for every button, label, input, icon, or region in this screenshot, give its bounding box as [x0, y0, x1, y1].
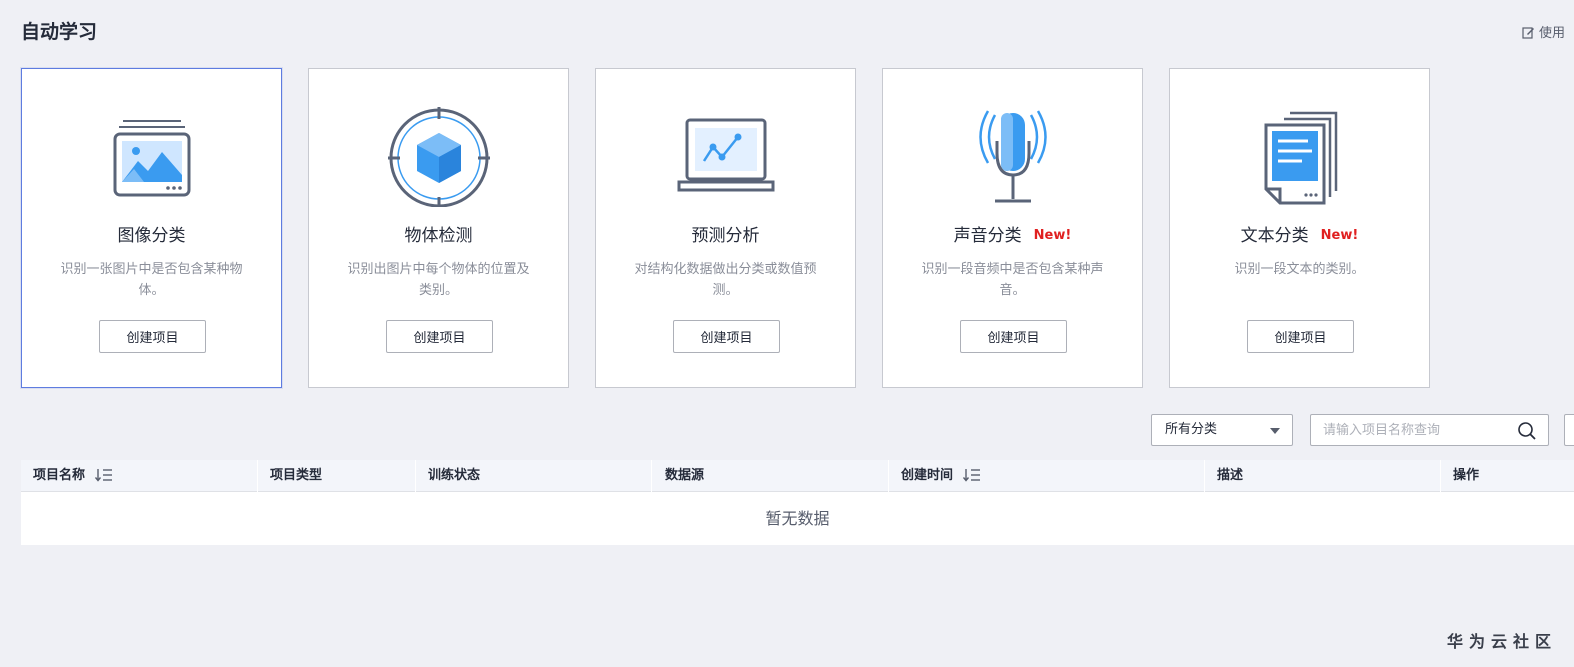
- caret-down-icon: [1270, 428, 1280, 434]
- card-description: 识别一段音频中是否包含某种声音。: [921, 262, 1104, 298]
- table-empty-state: 暂无数据: [21, 492, 1574, 545]
- card-title: 预测分析: [691, 226, 760, 246]
- card-title: 声音分类: [953, 226, 1022, 246]
- category-select-value: 所有分类: [1165, 422, 1218, 437]
- card-predictive-analysis[interactable]: 预测分析 对结构化数据做出分类或数值预测。 创建项目: [595, 68, 856, 388]
- card-image-classification[interactable]: 图像分类 识别一张图片中是否包含某种物体。 创建项目: [21, 68, 282, 388]
- card-description: 对结构化数据做出分类或数值预测。: [634, 262, 817, 298]
- edit-icon: [1522, 27, 1534, 39]
- create-project-button[interactable]: 创建项目: [1247, 320, 1354, 353]
- create-project-button[interactable]: 创建项目: [99, 320, 206, 353]
- column-header-description: 描述: [1217, 468, 1244, 483]
- card-title: 物体检测: [404, 226, 473, 246]
- sort-icon[interactable]: [95, 468, 113, 482]
- page-title: 自动学习: [21, 21, 98, 43]
- object-detection-icon: [388, 107, 490, 207]
- document-icon: [1264, 111, 1338, 205]
- create-project-button[interactable]: 创建项目: [960, 320, 1067, 353]
- microphone-icon: [979, 110, 1047, 203]
- column-header-actions: 操作: [1453, 468, 1480, 483]
- column-label: 创建时间: [901, 468, 954, 483]
- card-title: 图像分类: [117, 226, 186, 246]
- search-icon[interactable]: [1517, 421, 1537, 441]
- column-header-project-type: 项目类型: [270, 468, 323, 483]
- card-title: 文本分类: [1240, 226, 1309, 246]
- card-text-classification[interactable]: 文本分类 New! 识别一段文本的类别。 创建项目: [1169, 68, 1430, 388]
- card-description: 识别出图片中每个物体的位置及类别。: [347, 262, 530, 298]
- card-object-detection[interactable]: 物体检测 识别出图片中每个物体的位置及类别。 创建项目: [308, 68, 569, 388]
- search-box[interactable]: [1310, 414, 1549, 446]
- search-input[interactable]: [1323, 421, 1513, 439]
- watermark: 华为云社区: [1447, 632, 1558, 651]
- create-project-button[interactable]: 创建项目: [673, 320, 780, 353]
- table-header: 项目名称 项目类型 训练状态 数据源 创建时间 描述 操作: [21, 460, 1574, 492]
- column-header-project-name[interactable]: 项目名称: [33, 460, 113, 492]
- predictive-analysis-icon: [677, 118, 775, 192]
- column-header-training-status: 训练状态: [428, 468, 481, 483]
- card-description: 识别一段文本的类别。: [1234, 262, 1365, 277]
- sort-icon[interactable]: [963, 468, 981, 482]
- create-project-button[interactable]: 创建项目: [386, 320, 493, 353]
- card-description: 识别一张图片中是否包含某种物体。: [60, 262, 243, 298]
- usage-guide-link[interactable]: 使用: [1522, 22, 1565, 41]
- column-header-created-time[interactable]: 创建时间: [901, 460, 981, 492]
- new-badge: New!: [1033, 228, 1072, 243]
- usage-guide-label: 使用: [1539, 26, 1566, 41]
- category-select[interactable]: 所有分类: [1151, 414, 1293, 446]
- new-badge: New!: [1320, 228, 1359, 243]
- project-table: 项目名称 项目类型 训练状态 数据源 创建时间 描述 操作 暂无数据: [21, 460, 1574, 545]
- card-sound-classification[interactable]: 声音分类 New! 识别一段音频中是否包含某种声音。 创建项目: [882, 68, 1143, 388]
- column-header-data-source: 数据源: [665, 468, 705, 483]
- image-classification-icon: [113, 120, 191, 197]
- column-label: 项目名称: [33, 468, 86, 483]
- refresh-button[interactable]: [1564, 414, 1574, 446]
